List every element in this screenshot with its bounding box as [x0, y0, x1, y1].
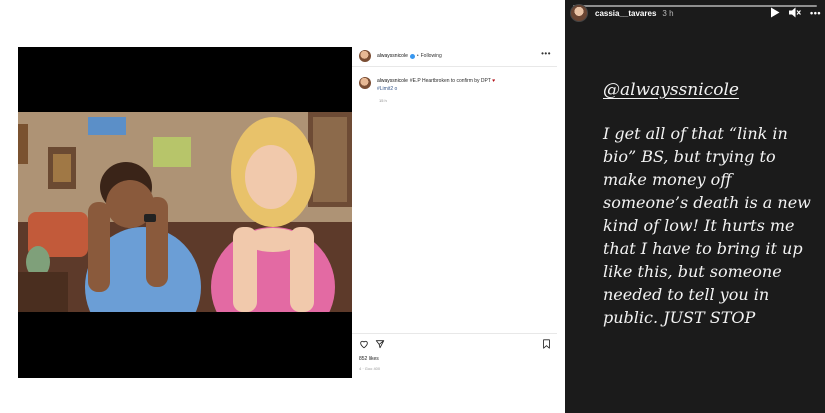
- post-photo: [18, 112, 352, 312]
- story-more-icon[interactable]: •••: [810, 8, 821, 18]
- likes-count[interactable]: 852 likes: [359, 356, 379, 362]
- post-username[interactable]: alwayssnicole: [377, 53, 408, 59]
- bookmark-icon[interactable]: [542, 339, 551, 349]
- story-avatar[interactable]: [570, 4, 588, 22]
- share-icon[interactable]: [375, 339, 385, 349]
- post-date: 4 · Goo 400: [359, 366, 381, 371]
- avatar[interactable]: [359, 50, 371, 62]
- action-bar: [359, 339, 551, 351]
- follow-button[interactable]: Following: [421, 53, 442, 59]
- post-header: alwayssnicole • Following: [359, 49, 551, 63]
- post-photo-image: [18, 112, 352, 312]
- story-panel[interactable]: cassia__tavares 3 h ••• @alwayssnicole I…: [565, 0, 825, 413]
- caption-avatar[interactable]: [359, 77, 371, 89]
- caption-time: 15 h: [379, 98, 387, 103]
- separator: •: [416, 53, 419, 59]
- story-mention[interactable]: @alwayssnicole: [603, 80, 818, 100]
- divider: [352, 66, 557, 67]
- post-panel: alwayssnicole • Following ••• alwayssnic…: [352, 47, 557, 378]
- verified-icon: [409, 53, 415, 59]
- post-media[interactable]: [18, 47, 352, 378]
- mute-icon[interactable]: [789, 7, 801, 18]
- story-time: 3 h: [662, 8, 674, 18]
- story-controls: •••: [770, 7, 821, 18]
- story-text: @alwayssnicole I get all of that “link i…: [603, 80, 818, 329]
- more-icon[interactable]: •••: [541, 49, 551, 58]
- divider: [352, 333, 557, 334]
- heart-icon[interactable]: [359, 339, 369, 349]
- heart-emoji-icon: ♥: [492, 78, 496, 84]
- caption-username[interactable]: alwayssnicole: [377, 78, 408, 84]
- story-username[interactable]: cassia__tavares: [595, 9, 656, 18]
- caption-text: #E.P Heartbroken to confirm by DPT: [409, 78, 491, 84]
- caption-text-block: alwayssnicole #E.P Heartbroken to confirm…: [377, 77, 545, 93]
- caption: alwayssnicole #E.P Heartbroken to confirm…: [359, 77, 549, 93]
- story-body-text: I get all of that “link in bio” BS, but …: [603, 124, 811, 327]
- caption-hashtag[interactable]: #Limit2 o: [377, 86, 397, 92]
- play-icon[interactable]: [770, 7, 780, 18]
